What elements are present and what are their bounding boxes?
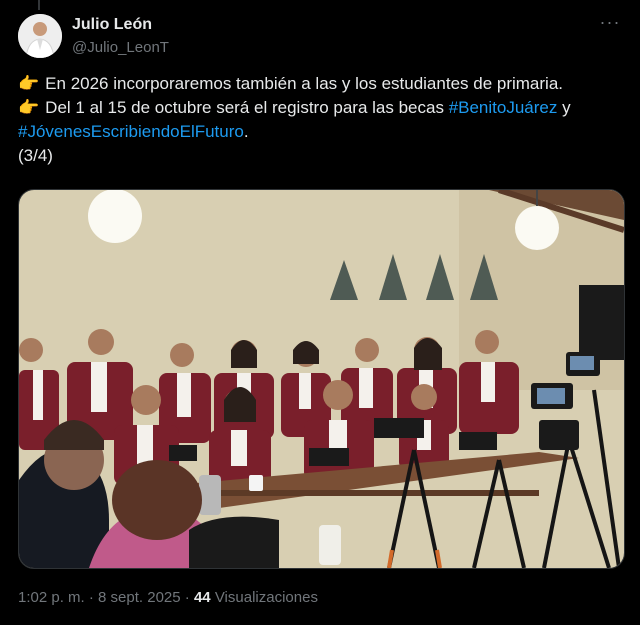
pointing-hand-emoji-icon: 👉 [18, 74, 40, 93]
press-conference-photo-icon [19, 190, 624, 568]
tweet-line-3: #JóvenesEscribiendoElFuturo. [18, 120, 623, 144]
avatar[interactable] [18, 14, 62, 58]
thread-counter: (3/4) [18, 146, 53, 165]
tweet-line-3-suffix: . [243, 122, 249, 141]
tweet-text: 👉 En 2026 incorporaremos también a las y … [18, 72, 623, 168]
tweet-media-photo[interactable] [18, 189, 625, 569]
tweet-metadata: 1:02 p. m. · 8 sept. 2025 · 44 Visualiza… [18, 589, 318, 606]
meta-separator: · [180, 589, 194, 606]
tweet-line-1-text: En 2026 incorporaremos también a las y l… [45, 74, 563, 93]
tweet-time[interactable]: 1:02 p. m. [18, 589, 85, 606]
author-name[interactable]: Julio León [72, 16, 152, 34]
tweet-line-2-suffix: y [557, 98, 571, 117]
author-handle[interactable]: @Julio_LeonT [72, 39, 169, 56]
more-options-icon[interactable]: ··· [598, 12, 622, 36]
tweet-line-2-text: Del 1 al 15 de octubre será el registro … [45, 98, 449, 117]
pointing-hand-emoji-icon: 👉 [18, 98, 40, 117]
thread-connector-line [38, 0, 40, 10]
views-count: 44 [193, 589, 211, 606]
hashtag-jovenes-escribiendo-link[interactable]: #JóvenesEscribiendoElFuturo [18, 122, 244, 141]
views-label: Visualizaciones [214, 589, 318, 606]
hashtag-benito-juarez-link[interactable]: #BenitoJuárez [449, 98, 558, 117]
tweet-line-1: 👉 En 2026 incorporaremos también a las y … [18, 72, 623, 96]
tweet-line-2: 👉 Del 1 al 15 de octubre será el registro… [18, 96, 623, 120]
tweet-date[interactable]: 8 sept. 2025 [98, 589, 181, 606]
meta-separator: · [84, 589, 99, 606]
